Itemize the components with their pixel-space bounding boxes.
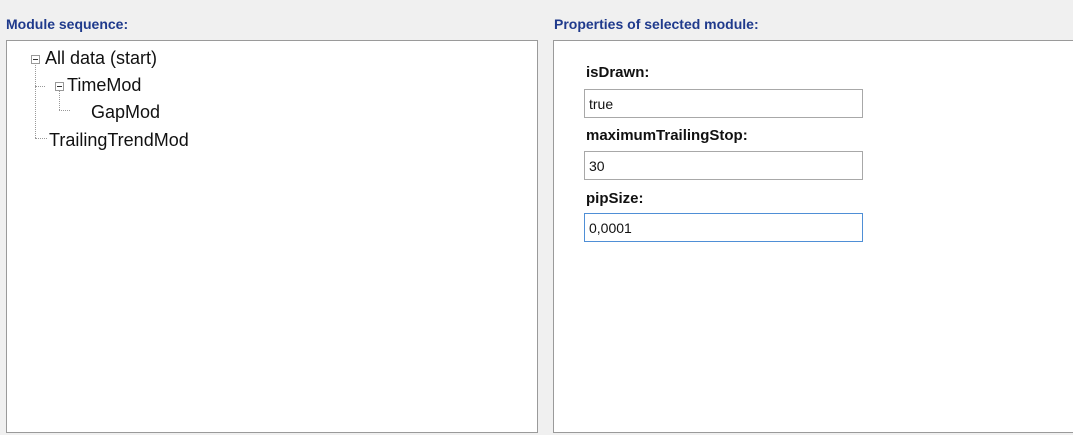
tree-connector [59, 110, 70, 111]
maximum-trailing-stop-field[interactable] [584, 151, 863, 180]
collapse-icon[interactable] [31, 55, 40, 64]
maximum-trailing-stop-label: maximumTrailingStop: [586, 127, 748, 144]
tree-node-all-data[interactable]: All data (start) [45, 47, 157, 69]
tree-connector [59, 91, 60, 110]
isdrawn-label: isDrawn: [586, 64, 650, 81]
properties-title: Properties of selected module: [554, 16, 759, 32]
tree-node-timemod[interactable]: TimeMod [67, 74, 141, 96]
pipsize-field[interactable] [584, 213, 863, 242]
isdrawn-field[interactable] [584, 89, 863, 118]
module-sequence-title: Module sequence: [6, 16, 129, 32]
tree-connector [35, 86, 45, 87]
pipsize-label: pipSize: [586, 190, 644, 207]
tree-connector [35, 138, 47, 139]
module-sequence-panel[interactable]: All data (start) TimeMod GapMod Trailing… [6, 40, 538, 433]
tree-node-trailingtrendmod[interactable]: TrailingTrendMod [49, 129, 189, 151]
tree-connector [35, 65, 36, 138]
properties-panel: isDrawn: maximumTrailingStop: pipSize: [553, 40, 1073, 433]
collapse-icon[interactable] [55, 82, 64, 91]
module-tree[interactable]: All data (start) TimeMod GapMod Trailing… [7, 41, 537, 432]
tree-node-gapmod[interactable]: GapMod [91, 101, 160, 123]
